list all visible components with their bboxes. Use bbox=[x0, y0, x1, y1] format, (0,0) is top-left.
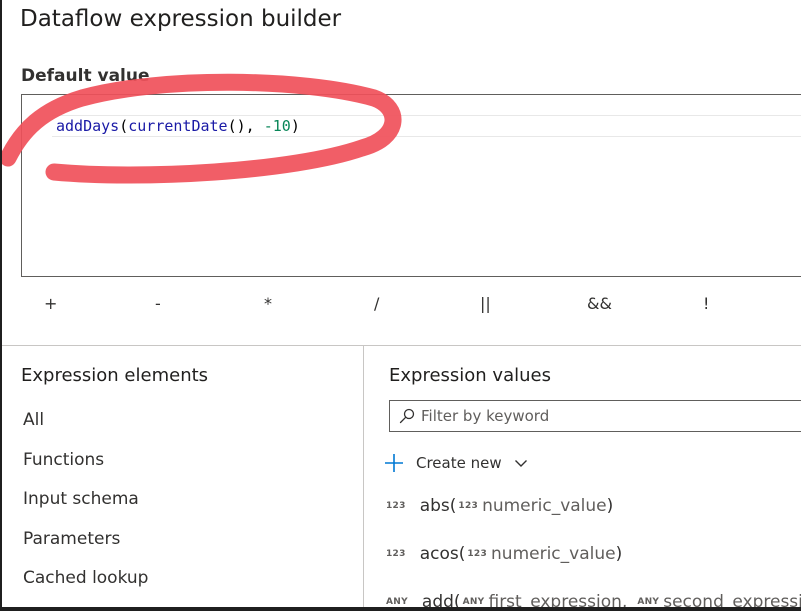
operator-minus-button[interactable]: - bbox=[155, 294, 161, 313]
param-name: second_expression bbox=[663, 592, 801, 611]
operator-and-button[interactable]: && bbox=[587, 294, 612, 313]
operator-or-button[interactable]: || bbox=[480, 294, 491, 313]
function-name: abs( bbox=[419, 496, 457, 516]
type-badge: 123 bbox=[386, 501, 406, 511]
function-close-paren: ) bbox=[615, 544, 623, 564]
operator-plus-button[interactable]: + bbox=[44, 294, 57, 313]
function-item-acos[interactable]: 123 acos( 123 numeric_value ) bbox=[386, 541, 622, 567]
expression-editor[interactable]: addDays(currentDate(), -10) bbox=[21, 94, 801, 277]
param-type-badge: 123 bbox=[467, 549, 488, 559]
code-token-punctuation: (), bbox=[227, 117, 264, 135]
type-badge: 123 bbox=[386, 549, 406, 559]
code-token-paren: ) bbox=[290, 117, 300, 135]
element-item-input-schema[interactable]: Input schema bbox=[23, 487, 148, 527]
param-type-badge: ANY bbox=[637, 597, 660, 607]
element-item-functions[interactable]: Functions bbox=[23, 448, 148, 488]
code-token-function: addDays bbox=[56, 117, 120, 135]
plus-icon bbox=[385, 454, 403, 472]
chevron-down-icon bbox=[514, 460, 527, 467]
function-name: acos( bbox=[419, 544, 466, 564]
function-item-add[interactable]: ANY add( ANY first_expression, ANY secon… bbox=[386, 589, 801, 611]
param-name: numeric_value bbox=[491, 544, 616, 564]
code-token-paren: ( bbox=[119, 117, 129, 135]
default-value-label: Default value bbox=[21, 66, 150, 86]
filter-placeholder: Filter by keyword bbox=[421, 407, 550, 425]
operator-bar: + - * / || && ! bbox=[2, 294, 801, 320]
function-close-paren: ) bbox=[606, 496, 614, 516]
param-name: first_expression, bbox=[488, 592, 628, 611]
type-badge: ANY bbox=[386, 597, 408, 607]
param-type-badge: ANY bbox=[462, 597, 485, 607]
expression-elements-pane: Expression elements All Functions Input … bbox=[2, 346, 363, 607]
element-item-all[interactable]: All bbox=[23, 408, 148, 448]
create-new-label: Create new bbox=[416, 454, 502, 472]
element-item-parameters[interactable]: Parameters bbox=[23, 527, 148, 567]
expression-elements-list: All Functions Input schema Parameters Ca… bbox=[23, 408, 148, 606]
expression-values-pane: Expression values Filter by keyword Crea… bbox=[364, 346, 801, 611]
expression-code[interactable]: addDays(currentDate(), -10) bbox=[56, 116, 300, 136]
dialog-title: Dataflow expression builder bbox=[20, 6, 342, 32]
expression-values-title: Expression values bbox=[389, 365, 551, 386]
filter-input[interactable]: Filter by keyword bbox=[389, 400, 801, 432]
code-token-function: currentDate bbox=[128, 117, 228, 135]
function-name: add( bbox=[421, 592, 461, 611]
expression-elements-title: Expression elements bbox=[21, 365, 209, 386]
expression-builder-dialog: Dataflow expression builder Default valu… bbox=[0, 0, 801, 611]
operator-divide-button[interactable]: / bbox=[374, 294, 379, 313]
param-type-badge: 123 bbox=[458, 501, 479, 511]
element-item-cached-lookup[interactable]: Cached lookup bbox=[23, 566, 148, 606]
operator-multiply-button[interactable]: * bbox=[264, 294, 272, 313]
search-icon bbox=[399, 408, 415, 424]
param-name: numeric_value bbox=[482, 496, 607, 516]
create-new-button[interactable]: Create new bbox=[384, 450, 528, 476]
code-token-number: -10 bbox=[263, 117, 291, 135]
operator-not-button[interactable]: ! bbox=[703, 294, 709, 313]
function-item-abs[interactable]: 123 abs( 123 numeric_value ) bbox=[386, 493, 613, 519]
